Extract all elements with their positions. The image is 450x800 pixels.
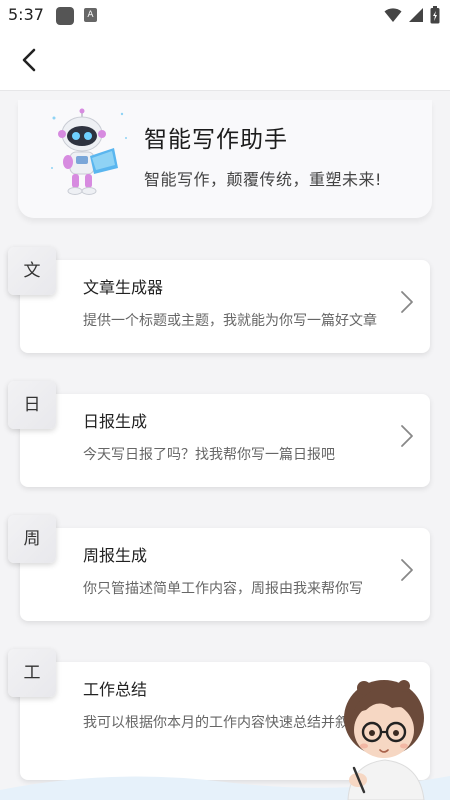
- card-title: 工作总结: [83, 680, 148, 699]
- notification-app-icon: [56, 7, 74, 25]
- assistant-header-card: 智能写作助手 智能写作，颠覆传统，重塑未来!: [18, 100, 432, 218]
- signal-icon: [409, 8, 423, 22]
- status-time: 5:37: [8, 5, 44, 24]
- card-badge: 工: [8, 649, 56, 697]
- app-title: 智能写作助手: [144, 127, 288, 153]
- battery-icon: [430, 6, 440, 24]
- card-badge: 周: [8, 515, 56, 563]
- top-nav-bar: [0, 30, 450, 90]
- card-description: 你只管描述简单工作内容，周报由我来帮你写: [83, 581, 363, 597]
- card-article-generator[interactable]: 文 文章生成器 提供一个标题或主题，我就能为你写一篇好文章: [8, 247, 430, 353]
- notification-a-icon: A: [84, 8, 97, 22]
- robot-mascot-icon: [51, 108, 127, 195]
- card-description: 提供一个标题或主题，我就能为你写一篇好文章: [83, 313, 377, 329]
- writing-boy-illustration-icon: [344, 680, 425, 800]
- card-title: 文章生成器: [83, 278, 164, 297]
- status-icons: [384, 6, 440, 24]
- back-arrow-icon[interactable]: [14, 44, 46, 76]
- chevron-right-icon: [401, 425, 413, 447]
- app-subtitle: 智能写作，颠覆传统，重塑未来!: [144, 170, 382, 189]
- status-bar: 5:37 A: [0, 0, 450, 30]
- card-description: 今天写日报了吗？找我帮你写一篇日报吧: [83, 447, 335, 463]
- card-badge: 文: [8, 247, 56, 295]
- wifi-icon: [384, 8, 402, 22]
- card-title: 日报生成: [83, 412, 148, 431]
- card-badge: 日: [8, 381, 56, 429]
- nav-divider: [0, 90, 450, 91]
- card-title: 周报生成: [83, 546, 148, 565]
- card-daily-report[interactable]: 日 日报生成 今天写日报了吗？找我帮你写一篇日报吧: [8, 381, 430, 487]
- card-weekly-report[interactable]: 周 周报生成 你只管描述简单工作内容，周报由我来帮你写: [8, 515, 430, 621]
- chevron-right-icon: [401, 291, 413, 313]
- chevron-right-icon: [401, 559, 413, 581]
